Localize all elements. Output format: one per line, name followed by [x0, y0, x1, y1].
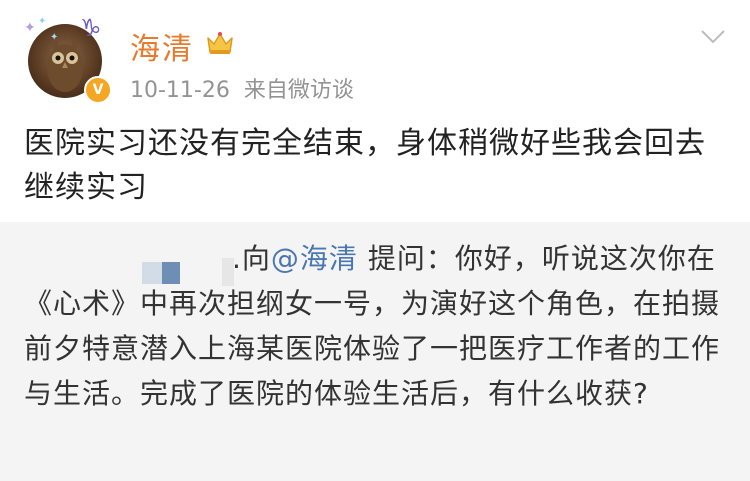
- svg-text:✦: ✦: [38, 16, 46, 27]
- post-body: 医院实习还没有完全结束，身体稍微好些我会回去继续实习: [24, 126, 706, 205]
- quote-prefix: .向: [232, 242, 271, 275]
- post-meta: 10-11-26 来自微访谈: [130, 72, 354, 104]
- quote-body: 提问：你好，听说这次你在《心术》中再次担纲女一号，为演好这个角色，在拍摄前夕特意…: [24, 242, 721, 410]
- avatar[interactable]: ✦ ✦ ✦ ♑ V: [22, 10, 112, 105]
- star-frame-icon: ✦ ✦ ✦ ♑: [24, 14, 102, 43]
- verified-badge-icon: V: [84, 76, 112, 104]
- timestamp: 10-11-26: [130, 78, 230, 103]
- post-header: ✦ ✦ ✦ ♑ V 海清 10-11-26 来自微访谈: [0, 0, 750, 115]
- mention-link[interactable]: @海清: [271, 242, 358, 275]
- svg-text:✦: ✦: [24, 20, 36, 36]
- chevron-down-icon[interactable]: [700, 28, 726, 46]
- crown-icon[interactable]: [205, 30, 235, 56]
- quoted-question-text: .向@海清 提问：你好，听说这次你在《心术》中再次担纲女一号，为演好这个角色，在…: [24, 236, 730, 416]
- post-source[interactable]: 来自微访谈: [244, 78, 354, 103]
- username[interactable]: 海清: [130, 24, 194, 68]
- svg-text:✦: ✦: [50, 32, 58, 43]
- svg-text:♑: ♑: [80, 14, 102, 42]
